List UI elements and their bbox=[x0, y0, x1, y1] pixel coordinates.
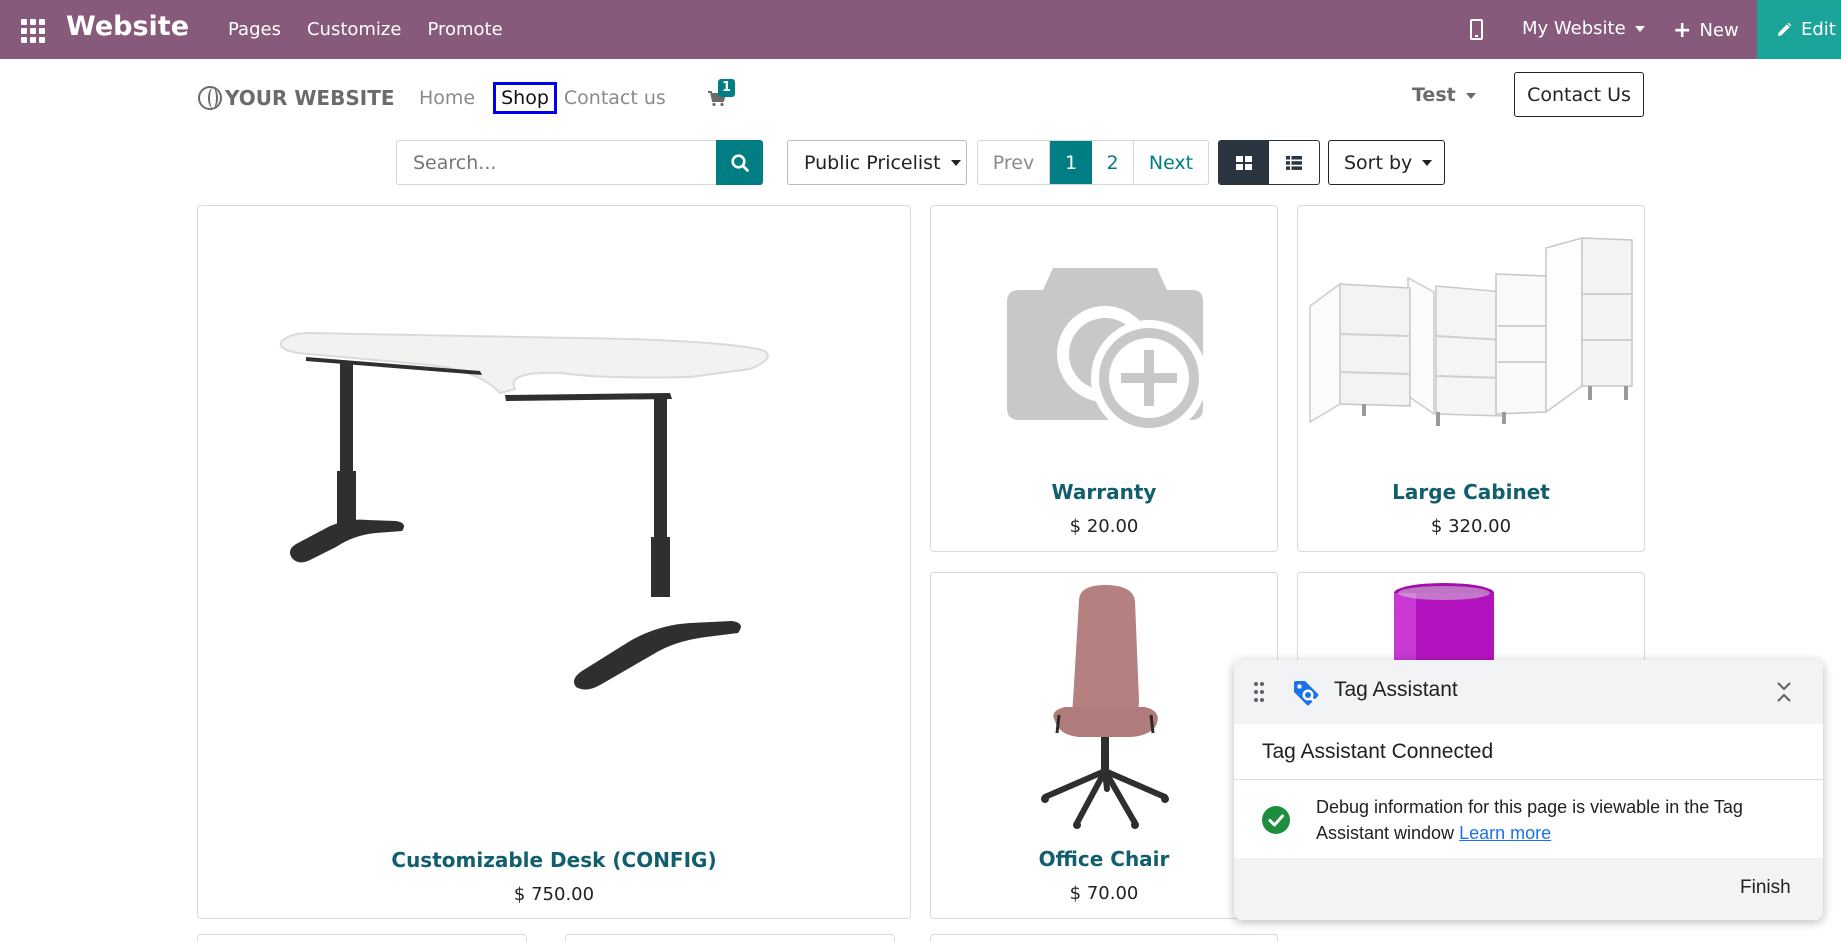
product-price: $ 750.00 bbox=[513, 884, 595, 905]
menu-pages[interactable]: Pages bbox=[228, 19, 281, 40]
nav-shop[interactable]: Shop bbox=[493, 82, 557, 114]
list-icon bbox=[1286, 155, 1302, 170]
new-button-label: New bbox=[1699, 20, 1739, 41]
product-name[interactable]: Customizable Desk (CONFIG) bbox=[198, 848, 910, 872]
pager-page-2[interactable]: 2 bbox=[1092, 141, 1134, 184]
pencil-icon bbox=[1776, 22, 1792, 38]
view-toggle bbox=[1218, 140, 1320, 185]
chevron-down-icon bbox=[1634, 26, 1645, 32]
tag-assistant-footer bbox=[1234, 858, 1823, 920]
nav-home[interactable]: Home bbox=[419, 87, 475, 109]
new-button[interactable]: + New bbox=[1673, 18, 1739, 43]
product-price: $ 20.00 bbox=[1069, 516, 1139, 537]
chevron-down-icon bbox=[1465, 92, 1476, 99]
chevron-down-icon bbox=[950, 159, 961, 166]
nav-contact-us[interactable]: Contact us bbox=[564, 87, 666, 109]
cabinet-image bbox=[1309, 237, 1633, 426]
product-card[interactable]: Office Chair $ 70.00 bbox=[930, 572, 1278, 919]
cart-count-badge: 1 bbox=[718, 79, 735, 97]
globe-icon bbox=[198, 86, 222, 110]
tag-assistant-header: Tag Assistant bbox=[1234, 660, 1823, 724]
drag-handle-icon[interactable] bbox=[1254, 682, 1264, 702]
tag-assistant-logo-icon bbox=[1294, 681, 1319, 706]
pricelist-label: Public Pricelist bbox=[804, 151, 941, 174]
contact-us-button[interactable]: Contact Us bbox=[1514, 72, 1644, 117]
connection-status: Tag Assistant Connected bbox=[1262, 740, 1494, 763]
website-switcher[interactable]: My Website bbox=[1522, 18, 1645, 39]
product-name[interactable]: Office Chair bbox=[931, 847, 1277, 871]
divider bbox=[1234, 779, 1823, 780]
grid-view-button[interactable] bbox=[1219, 141, 1269, 184]
product-card-edge bbox=[930, 934, 1278, 942]
finish-button[interactable]: Finish bbox=[1740, 877, 1791, 899]
search-input[interactable] bbox=[396, 140, 717, 185]
website-switcher-label: My Website bbox=[1522, 18, 1626, 39]
admin-menu: Pages Customize Promote bbox=[228, 0, 503, 59]
product-card[interactable]: Customizable Desk (CONFIG) $ 750.00 bbox=[197, 205, 911, 919]
product-name[interactable]: Large Cabinet bbox=[1298, 480, 1644, 504]
collapse-icon[interactable] bbox=[1774, 680, 1794, 704]
pager-next[interactable]: Next bbox=[1134, 141, 1208, 184]
debug-message: Debug information for this page is viewa… bbox=[1316, 794, 1786, 846]
sort-by-dropdown[interactable]: Sort by bbox=[1328, 140, 1445, 185]
site-logo[interactable]: YOUR WEBSITE bbox=[198, 80, 395, 116]
chair-image bbox=[1041, 585, 1169, 829]
learn-more-link[interactable]: Learn more bbox=[1459, 823, 1551, 843]
site-nav: Home Shop Contact us bbox=[419, 82, 727, 114]
user-menu-label: Test bbox=[1412, 84, 1456, 106]
tag-assistant-panel: Tag Assistant Tag Assistant Connected De… bbox=[1234, 660, 1823, 920]
pricelist-dropdown[interactable]: Public Pricelist bbox=[787, 140, 967, 185]
product-card[interactable]: Large Cabinet $ 320.00 bbox=[1297, 205, 1645, 552]
edit-button[interactable]: Edit bbox=[1757, 0, 1841, 59]
product-card-edge bbox=[197, 934, 527, 942]
product-card-edge bbox=[565, 934, 895, 942]
list-view-button[interactable] bbox=[1269, 141, 1319, 184]
product-price: $ 70.00 bbox=[1069, 883, 1139, 904]
admin-bar: Website Pages Customize Promote My Websi… bbox=[0, 0, 1841, 59]
plus-icon: + bbox=[1673, 18, 1692, 43]
tag-assistant-title: Tag Assistant bbox=[1334, 678, 1458, 701]
product-name[interactable]: Warranty bbox=[931, 480, 1277, 504]
edit-button-label: Edit bbox=[1801, 19, 1836, 40]
search-bar bbox=[396, 140, 763, 185]
sort-by-label: Sort by bbox=[1344, 151, 1413, 174]
check-circle-icon bbox=[1262, 806, 1290, 834]
apps-grid-icon[interactable] bbox=[21, 19, 45, 43]
search-button[interactable] bbox=[716, 140, 763, 185]
pager-page-1[interactable]: 1 bbox=[1050, 141, 1092, 184]
camera-placeholder-icon bbox=[1007, 268, 1205, 436]
user-menu[interactable]: Test bbox=[1412, 84, 1476, 106]
menu-customize[interactable]: Customize bbox=[307, 19, 401, 40]
desk-image bbox=[279, 331, 769, 690]
pager: Prev 1 2 Next bbox=[977, 140, 1209, 185]
menu-promote[interactable]: Promote bbox=[427, 19, 502, 40]
product-card[interactable]: Warranty $ 20.00 bbox=[930, 205, 1278, 552]
product-price: $ 320.00 bbox=[1430, 516, 1512, 537]
mobile-preview-icon[interactable] bbox=[1470, 19, 1483, 40]
app-brand[interactable]: Website bbox=[66, 11, 189, 42]
pager-prev[interactable]: Prev bbox=[978, 141, 1050, 184]
site-logo-text: YOUR WEBSITE bbox=[225, 86, 395, 110]
search-icon bbox=[731, 153, 749, 172]
grid-icon bbox=[1236, 155, 1252, 170]
chevron-down-icon bbox=[1422, 159, 1433, 166]
